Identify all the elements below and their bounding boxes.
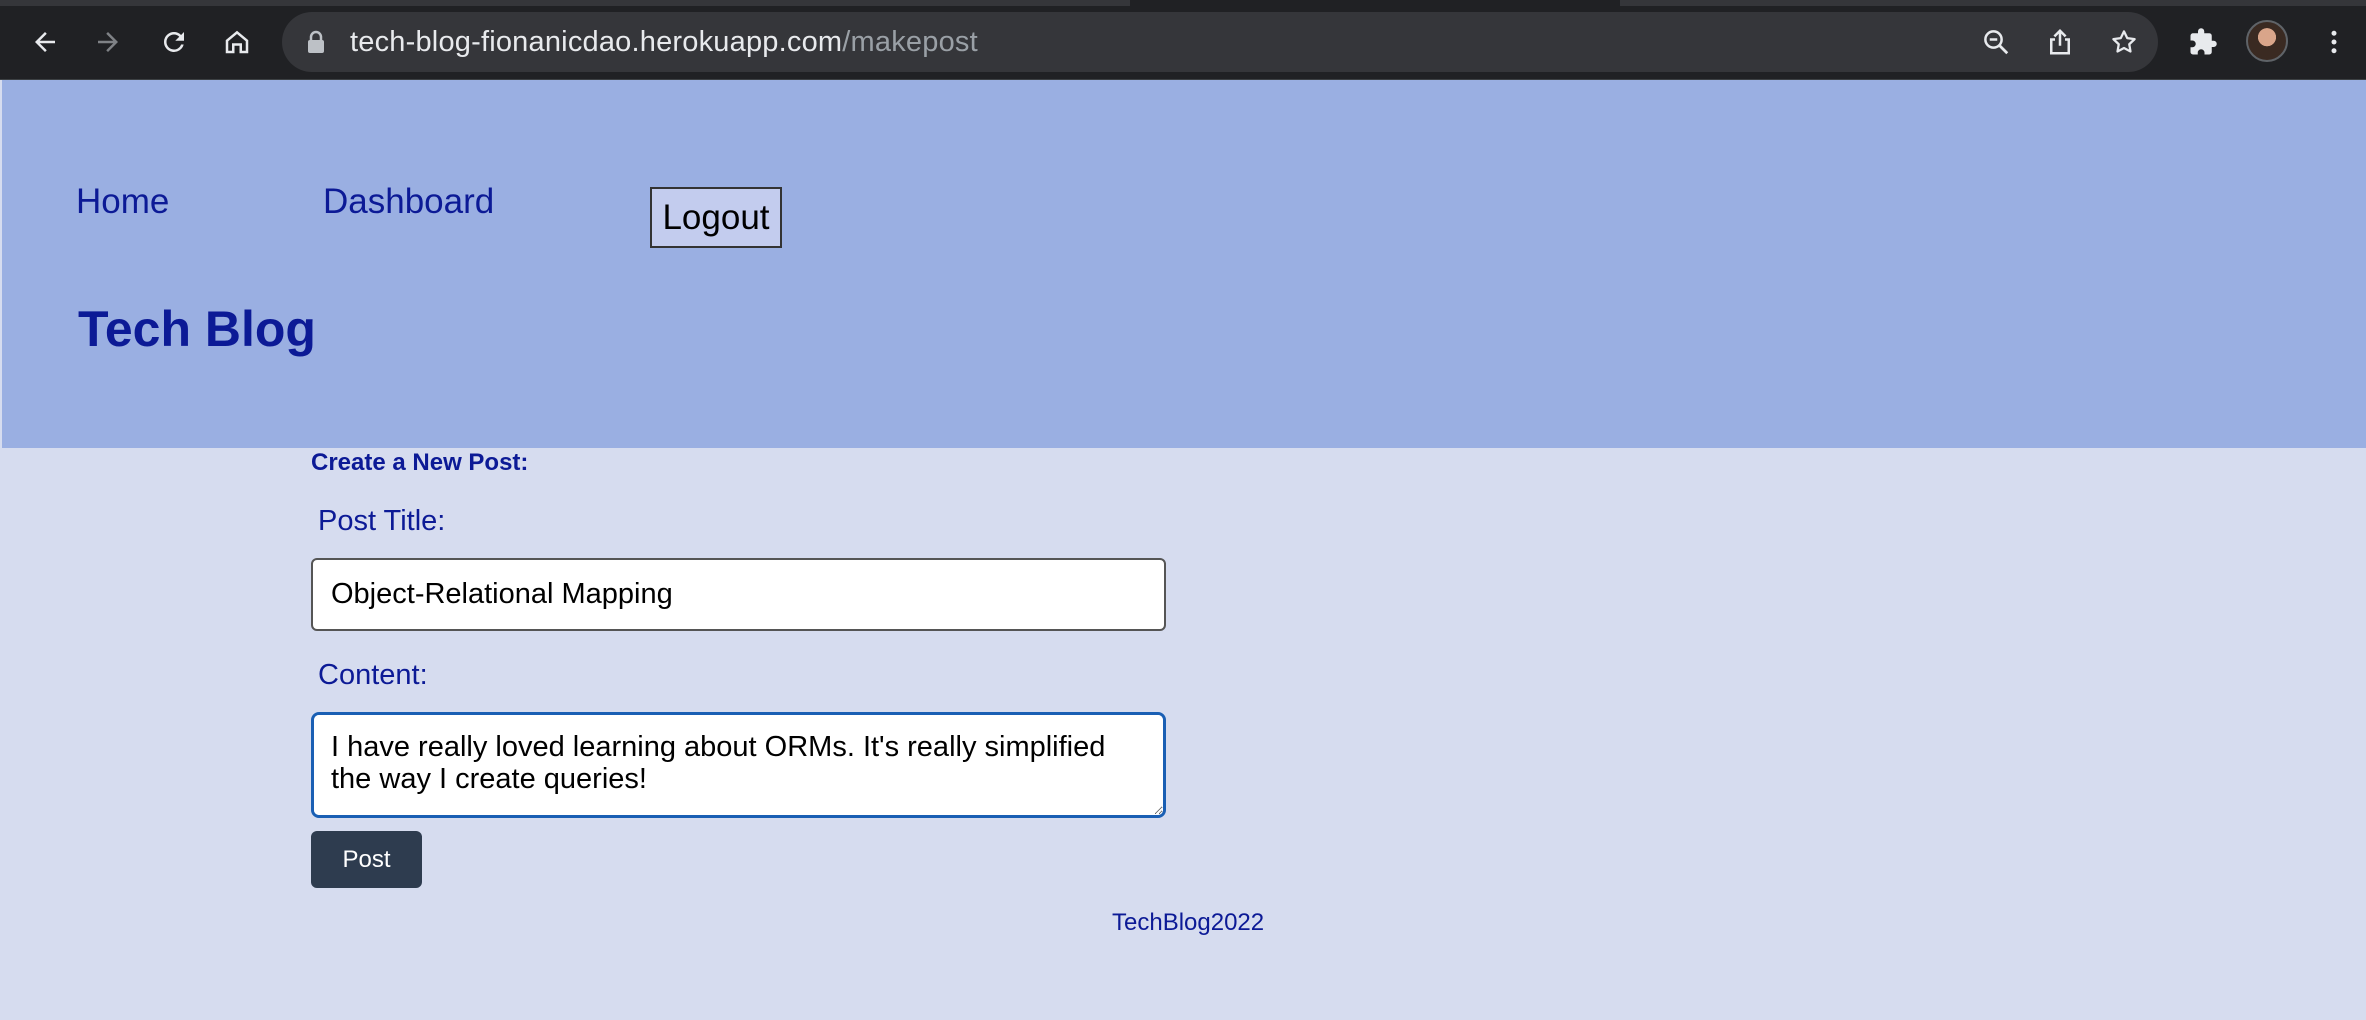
nav-home-link[interactable]: Home xyxy=(76,182,169,222)
site-header: Home Dashboard Logout Tech Blog xyxy=(2,80,2366,448)
url-path: /makepost xyxy=(842,26,978,58)
reload-icon[interactable] xyxy=(150,18,198,66)
star-icon[interactable] xyxy=(2104,22,2144,62)
home-icon[interactable] xyxy=(213,18,261,66)
profile-avatar[interactable] xyxy=(2246,20,2288,62)
forward-arrow-icon[interactable] xyxy=(84,18,132,66)
form-heading: Create a New Post: xyxy=(311,449,529,476)
url-host: tech-blog-fionanicdao.herokuapp.com xyxy=(350,26,843,58)
tab-edge xyxy=(0,0,1130,6)
share-icon[interactable] xyxy=(2040,22,2080,62)
address-bar[interactable]: tech-blog-fionanicdao.herokuapp.com/make… xyxy=(282,12,2158,72)
puzzle-icon[interactable] xyxy=(2179,18,2227,66)
site-title: Tech Blog xyxy=(78,301,316,357)
post-title-label: Post Title: xyxy=(318,505,446,537)
nav-dashboard-link[interactable]: Dashboard xyxy=(323,182,494,222)
kebab-menu-icon[interactable] xyxy=(2310,18,2358,66)
footer-text: TechBlog2022 xyxy=(1112,909,1265,936)
zoom-out-icon[interactable] xyxy=(1976,22,2016,62)
content-label: Content: xyxy=(318,659,428,691)
logout-button[interactable]: Logout xyxy=(650,187,782,248)
browser-toolbar: tech-blog-fionanicdao.herokuapp.com/make… xyxy=(0,0,2366,80)
back-arrow-icon[interactable] xyxy=(21,18,69,66)
post-button[interactable]: Post xyxy=(311,831,422,888)
lock-icon[interactable] xyxy=(306,30,326,59)
tab-edge xyxy=(1620,0,2366,6)
content-textarea[interactable]: I have really loved learning about ORMs.… xyxy=(311,712,1166,818)
post-title-input[interactable] xyxy=(311,558,1166,631)
url-text[interactable]: tech-blog-fionanicdao.herokuapp.com/make… xyxy=(350,26,978,59)
